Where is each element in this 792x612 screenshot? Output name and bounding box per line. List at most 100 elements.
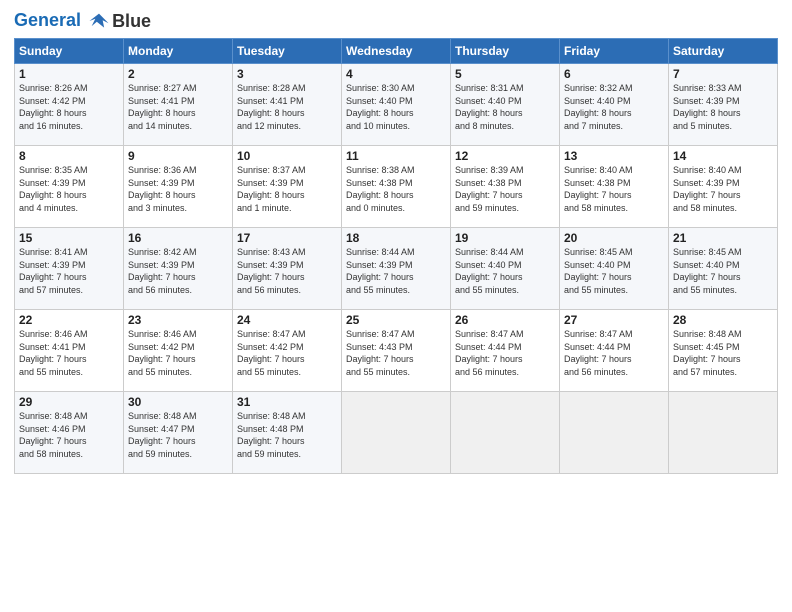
- cell-content: Sunrise: 8:45 AM Sunset: 4:40 PM Dayligh…: [564, 246, 664, 296]
- day-number: 6: [564, 67, 664, 81]
- cell-content: Sunrise: 8:45 AM Sunset: 4:40 PM Dayligh…: [673, 246, 773, 296]
- cell-content: Sunrise: 8:27 AM Sunset: 4:41 PM Dayligh…: [128, 82, 228, 132]
- day-header-saturday: Saturday: [669, 39, 778, 64]
- cell-content: Sunrise: 8:48 AM Sunset: 4:46 PM Dayligh…: [19, 410, 119, 460]
- calendar-cell: [560, 392, 669, 474]
- header-row: SundayMondayTuesdayWednesdayThursdayFrid…: [15, 39, 778, 64]
- logo-general: General: [14, 10, 81, 30]
- calendar-cell: 16Sunrise: 8:42 AM Sunset: 4:39 PM Dayli…: [124, 228, 233, 310]
- day-number: 28: [673, 313, 773, 327]
- calendar-cell: 24Sunrise: 8:47 AM Sunset: 4:42 PM Dayli…: [233, 310, 342, 392]
- day-number: 18: [346, 231, 446, 245]
- calendar-cell: 8Sunrise: 8:35 AM Sunset: 4:39 PM Daylig…: [15, 146, 124, 228]
- calendar-cell: 18Sunrise: 8:44 AM Sunset: 4:39 PM Dayli…: [342, 228, 451, 310]
- day-number: 22: [19, 313, 119, 327]
- cell-content: Sunrise: 8:38 AM Sunset: 4:38 PM Dayligh…: [346, 164, 446, 214]
- calendar-cell: 12Sunrise: 8:39 AM Sunset: 4:38 PM Dayli…: [451, 146, 560, 228]
- logo-bird-icon: [88, 10, 110, 32]
- day-number: 13: [564, 149, 664, 163]
- calendar-cell: 5Sunrise: 8:31 AM Sunset: 4:40 PM Daylig…: [451, 64, 560, 146]
- calendar-cell: 31Sunrise: 8:48 AM Sunset: 4:48 PM Dayli…: [233, 392, 342, 474]
- calendar-cell: 10Sunrise: 8:37 AM Sunset: 4:39 PM Dayli…: [233, 146, 342, 228]
- cell-content: Sunrise: 8:41 AM Sunset: 4:39 PM Dayligh…: [19, 246, 119, 296]
- calendar-cell: [669, 392, 778, 474]
- calendar-cell: 14Sunrise: 8:40 AM Sunset: 4:39 PM Dayli…: [669, 146, 778, 228]
- calendar-cell: 25Sunrise: 8:47 AM Sunset: 4:43 PM Dayli…: [342, 310, 451, 392]
- calendar-cell: 30Sunrise: 8:48 AM Sunset: 4:47 PM Dayli…: [124, 392, 233, 474]
- logo-blue: Blue: [112, 11, 151, 32]
- calendar-cell: 20Sunrise: 8:45 AM Sunset: 4:40 PM Dayli…: [560, 228, 669, 310]
- week-row-1: 1Sunrise: 8:26 AM Sunset: 4:42 PM Daylig…: [15, 64, 778, 146]
- cell-content: Sunrise: 8:30 AM Sunset: 4:40 PM Dayligh…: [346, 82, 446, 132]
- day-number: 17: [237, 231, 337, 245]
- day-number: 24: [237, 313, 337, 327]
- day-number: 15: [19, 231, 119, 245]
- day-number: 3: [237, 67, 337, 81]
- calendar-container: General Blue SundayMondayTuesdayWednesda…: [0, 0, 792, 482]
- day-number: 29: [19, 395, 119, 409]
- cell-content: Sunrise: 8:32 AM Sunset: 4:40 PM Dayligh…: [564, 82, 664, 132]
- week-row-4: 22Sunrise: 8:46 AM Sunset: 4:41 PM Dayli…: [15, 310, 778, 392]
- day-number: 31: [237, 395, 337, 409]
- cell-content: Sunrise: 8:46 AM Sunset: 4:42 PM Dayligh…: [128, 328, 228, 378]
- calendar-cell: 7Sunrise: 8:33 AM Sunset: 4:39 PM Daylig…: [669, 64, 778, 146]
- cell-content: Sunrise: 8:35 AM Sunset: 4:39 PM Dayligh…: [19, 164, 119, 214]
- calendar-cell: 6Sunrise: 8:32 AM Sunset: 4:40 PM Daylig…: [560, 64, 669, 146]
- calendar-cell: 21Sunrise: 8:45 AM Sunset: 4:40 PM Dayli…: [669, 228, 778, 310]
- calendar-cell: 11Sunrise: 8:38 AM Sunset: 4:38 PM Dayli…: [342, 146, 451, 228]
- day-number: 25: [346, 313, 446, 327]
- calendar-table: SundayMondayTuesdayWednesdayThursdayFrid…: [14, 38, 778, 474]
- day-number: 12: [455, 149, 555, 163]
- header: General Blue: [14, 10, 778, 32]
- day-number: 2: [128, 67, 228, 81]
- calendar-cell: 2Sunrise: 8:27 AM Sunset: 4:41 PM Daylig…: [124, 64, 233, 146]
- calendar-cell: 3Sunrise: 8:28 AM Sunset: 4:41 PM Daylig…: [233, 64, 342, 146]
- cell-content: Sunrise: 8:43 AM Sunset: 4:39 PM Dayligh…: [237, 246, 337, 296]
- calendar-cell: 29Sunrise: 8:48 AM Sunset: 4:46 PM Dayli…: [15, 392, 124, 474]
- calendar-cell: 9Sunrise: 8:36 AM Sunset: 4:39 PM Daylig…: [124, 146, 233, 228]
- cell-content: Sunrise: 8:47 AM Sunset: 4:44 PM Dayligh…: [564, 328, 664, 378]
- day-header-thursday: Thursday: [451, 39, 560, 64]
- calendar-cell: 22Sunrise: 8:46 AM Sunset: 4:41 PM Dayli…: [15, 310, 124, 392]
- cell-content: Sunrise: 8:47 AM Sunset: 4:44 PM Dayligh…: [455, 328, 555, 378]
- logo: General Blue: [14, 10, 151, 32]
- day-number: 23: [128, 313, 228, 327]
- day-number: 16: [128, 231, 228, 245]
- day-header-friday: Friday: [560, 39, 669, 64]
- calendar-cell: 13Sunrise: 8:40 AM Sunset: 4:38 PM Dayli…: [560, 146, 669, 228]
- day-number: 10: [237, 149, 337, 163]
- day-number: 30: [128, 395, 228, 409]
- day-number: 11: [346, 149, 446, 163]
- day-number: 7: [673, 67, 773, 81]
- day-number: 14: [673, 149, 773, 163]
- cell-content: Sunrise: 8:42 AM Sunset: 4:39 PM Dayligh…: [128, 246, 228, 296]
- calendar-cell: 19Sunrise: 8:44 AM Sunset: 4:40 PM Dayli…: [451, 228, 560, 310]
- cell-content: Sunrise: 8:47 AM Sunset: 4:42 PM Dayligh…: [237, 328, 337, 378]
- day-number: 9: [128, 149, 228, 163]
- day-header-sunday: Sunday: [15, 39, 124, 64]
- day-header-monday: Monday: [124, 39, 233, 64]
- day-number: 21: [673, 231, 773, 245]
- day-number: 4: [346, 67, 446, 81]
- cell-content: Sunrise: 8:37 AM Sunset: 4:39 PM Dayligh…: [237, 164, 337, 214]
- cell-content: Sunrise: 8:47 AM Sunset: 4:43 PM Dayligh…: [346, 328, 446, 378]
- calendar-cell: [451, 392, 560, 474]
- day-number: 1: [19, 67, 119, 81]
- week-row-2: 8Sunrise: 8:35 AM Sunset: 4:39 PM Daylig…: [15, 146, 778, 228]
- calendar-cell: 17Sunrise: 8:43 AM Sunset: 4:39 PM Dayli…: [233, 228, 342, 310]
- cell-content: Sunrise: 8:28 AM Sunset: 4:41 PM Dayligh…: [237, 82, 337, 132]
- cell-content: Sunrise: 8:40 AM Sunset: 4:38 PM Dayligh…: [564, 164, 664, 214]
- week-row-5: 29Sunrise: 8:48 AM Sunset: 4:46 PM Dayli…: [15, 392, 778, 474]
- week-row-3: 15Sunrise: 8:41 AM Sunset: 4:39 PM Dayli…: [15, 228, 778, 310]
- day-number: 20: [564, 231, 664, 245]
- cell-content: Sunrise: 8:44 AM Sunset: 4:39 PM Dayligh…: [346, 246, 446, 296]
- cell-content: Sunrise: 8:46 AM Sunset: 4:41 PM Dayligh…: [19, 328, 119, 378]
- day-number: 19: [455, 231, 555, 245]
- cell-content: Sunrise: 8:44 AM Sunset: 4:40 PM Dayligh…: [455, 246, 555, 296]
- calendar-cell: 1Sunrise: 8:26 AM Sunset: 4:42 PM Daylig…: [15, 64, 124, 146]
- cell-content: Sunrise: 8:26 AM Sunset: 4:42 PM Dayligh…: [19, 82, 119, 132]
- cell-content: Sunrise: 8:48 AM Sunset: 4:47 PM Dayligh…: [128, 410, 228, 460]
- day-number: 27: [564, 313, 664, 327]
- day-number: 5: [455, 67, 555, 81]
- calendar-cell: 28Sunrise: 8:48 AM Sunset: 4:45 PM Dayli…: [669, 310, 778, 392]
